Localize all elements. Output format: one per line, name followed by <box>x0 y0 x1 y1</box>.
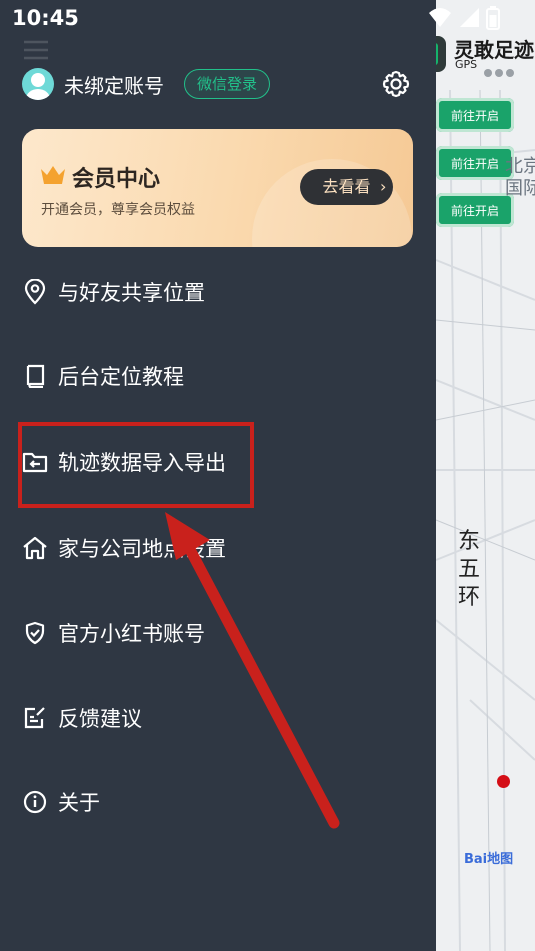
menu-item-feedback[interactable]: 反馈建议 <box>22 698 402 738</box>
hamburger-icon <box>24 40 48 60</box>
menu-item-label: 家与公司地点设置 <box>58 537 226 561</box>
crown-icon <box>41 166 65 184</box>
highlight-box <box>18 422 254 508</box>
map-label-east-ring: 东 五 环 <box>458 529 481 610</box>
menu-item-label: 关于 <box>58 791 100 815</box>
wifi-icon <box>429 8 451 27</box>
user-row: 未绑定账号 微信登录 <box>22 68 418 104</box>
menu-item-label: 反馈建议 <box>58 707 142 731</box>
baidu-map-logo: Bai地图 <box>464 852 514 867</box>
wechat-login-button[interactable]: 微信登录 <box>184 69 271 99</box>
cellular-signal-icon <box>460 8 479 27</box>
home-icon <box>22 535 48 561</box>
location-marker <box>497 775 510 788</box>
check-shield-icon <box>22 620 48 646</box>
menu-item-about[interactable]: 关于 <box>22 782 402 822</box>
menu-item-home-company[interactable]: 家与公司地点设置 <box>22 528 402 568</box>
info-icon <box>22 789 48 815</box>
battery-icon <box>486 6 500 30</box>
menu-item-label: 官方小红书账号 <box>58 622 205 646</box>
feedback-edit-icon <box>22 705 48 731</box>
status-icons <box>428 6 500 30</box>
menu-item-share-location[interactable]: 与好友共享位置 <box>22 272 402 312</box>
settings-gear-icon[interactable] <box>382 70 410 98</box>
go-enable-button[interactable]: 前往开启 <box>436 146 514 180</box>
gps-signal-dots <box>484 62 517 81</box>
menu-item-label: 与好友共享位置 <box>58 281 205 305</box>
go-enable-button[interactable]: 前往开启 <box>436 193 514 227</box>
menu-item-label: 后台定位教程 <box>58 365 184 389</box>
go-enable-button[interactable]: 前往开启 <box>436 98 514 132</box>
status-bar: 10:45 <box>0 0 535 36</box>
vip-title: 会员中心 <box>72 167 161 192</box>
chevron-right-icon: › <box>380 177 387 196</box>
avatar[interactable] <box>22 68 54 100</box>
menu-item-xiaohongshu[interactable]: 官方小红书账号 <box>22 613 402 653</box>
status-time: 10:45 <box>12 6 79 30</box>
gps-label: GPS <box>455 58 478 71</box>
vip-subtitle: 开通会员，尊享会员权益 <box>41 202 195 218</box>
map-label-beijing-intl: 北京 国际 <box>505 156 535 199</box>
book-icon <box>22 363 48 389</box>
location-pin-icon <box>22 279 48 305</box>
user-name: 未绑定账号 <box>64 74 164 98</box>
vip-center-card[interactable]: 会员中心 开通会员，尊享会员权益 去看看 › <box>22 129 413 247</box>
menu-item-background-tutorial[interactable]: 后台定位教程 <box>22 356 402 396</box>
